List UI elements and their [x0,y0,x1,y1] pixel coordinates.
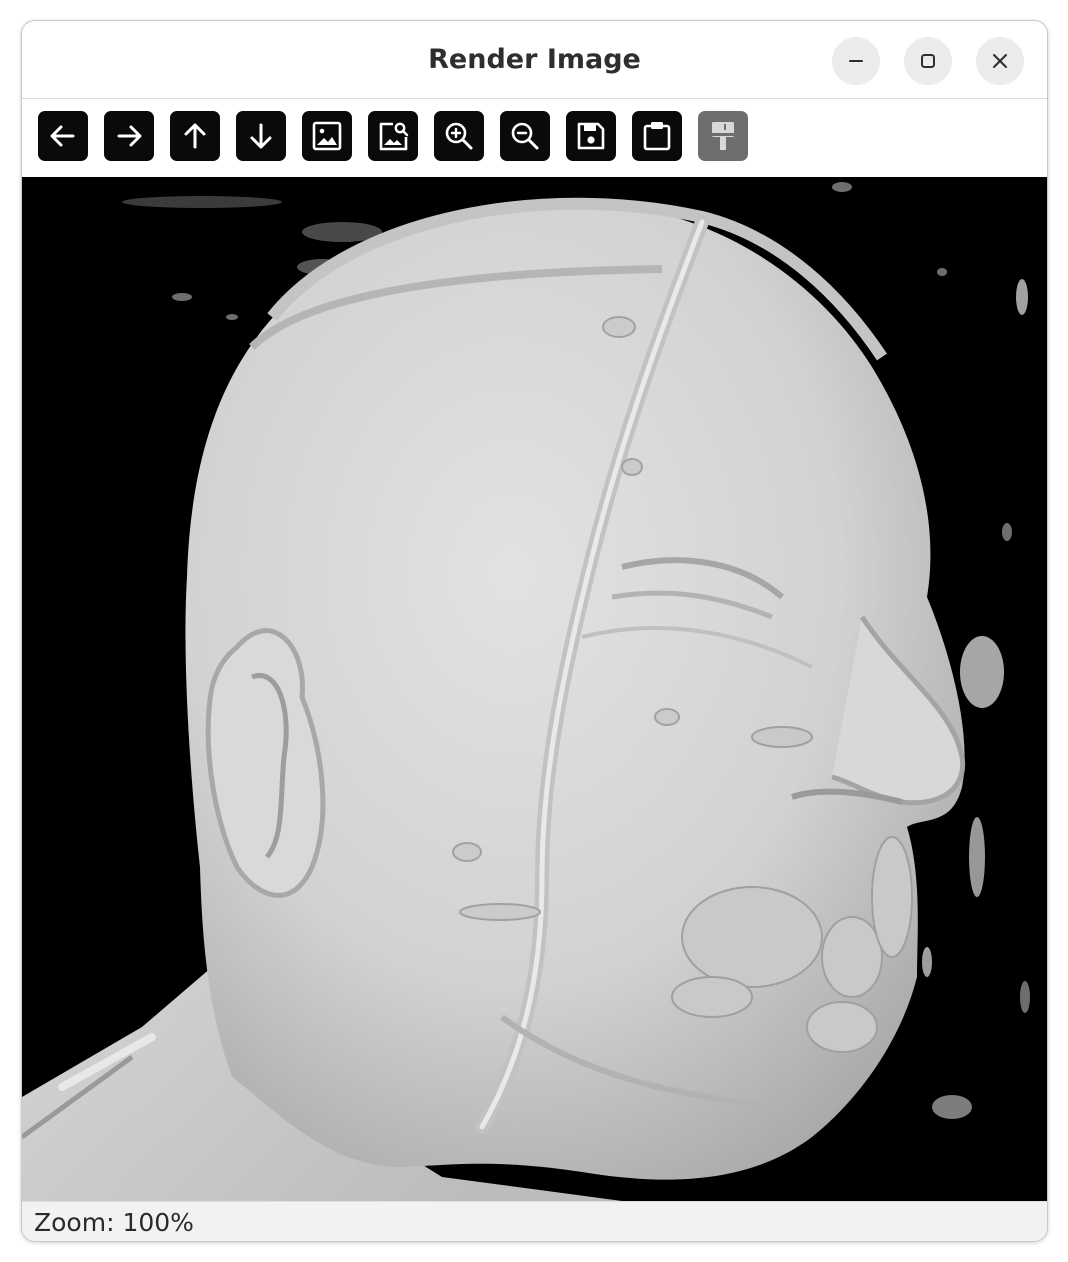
image-search-icon [379,122,409,151]
maximize-button[interactable] [904,37,952,85]
arrow-left-icon [50,125,75,147]
zoom-in-button[interactable] [434,111,484,161]
forward-button[interactable] [104,111,154,161]
maximize-icon [921,54,935,68]
minimize-button[interactable] [832,37,880,85]
zoom-out-icon [511,122,539,150]
image-button[interactable] [302,111,352,161]
clipboard-icon [643,122,671,151]
back-button[interactable] [38,111,88,161]
paint-brush-icon [712,122,734,150]
arrow-down-icon [250,123,272,149]
image-search-button[interactable] [368,111,418,161]
save-button[interactable] [566,111,616,161]
zoom-out-button[interactable] [500,111,550,161]
arrow-right-icon [117,125,142,147]
close-icon [993,54,1007,68]
zoom-in-icon [445,122,473,150]
clipboard-button[interactable] [632,111,682,161]
paint-brush-button[interactable] [698,111,748,161]
toolbar [22,99,1047,177]
save-icon [577,122,605,150]
render-image-window: Render Image Zoom: 100% [21,20,1048,1242]
down-button[interactable] [236,111,286,161]
render-viewport[interactable] [22,177,1047,1201]
close-button[interactable] [976,37,1024,85]
status-bar: Zoom: 100% [22,1201,1047,1241]
title-bar[interactable]: Render Image [22,21,1047,99]
arrow-up-icon [184,123,206,149]
zoom-level-label: Zoom: 100% [34,1208,194,1237]
minimize-icon [849,60,863,62]
rendered-head-image [22,177,1047,1201]
up-button[interactable] [170,111,220,161]
window-title: Render Image [428,44,641,75]
image-icon [312,121,342,151]
